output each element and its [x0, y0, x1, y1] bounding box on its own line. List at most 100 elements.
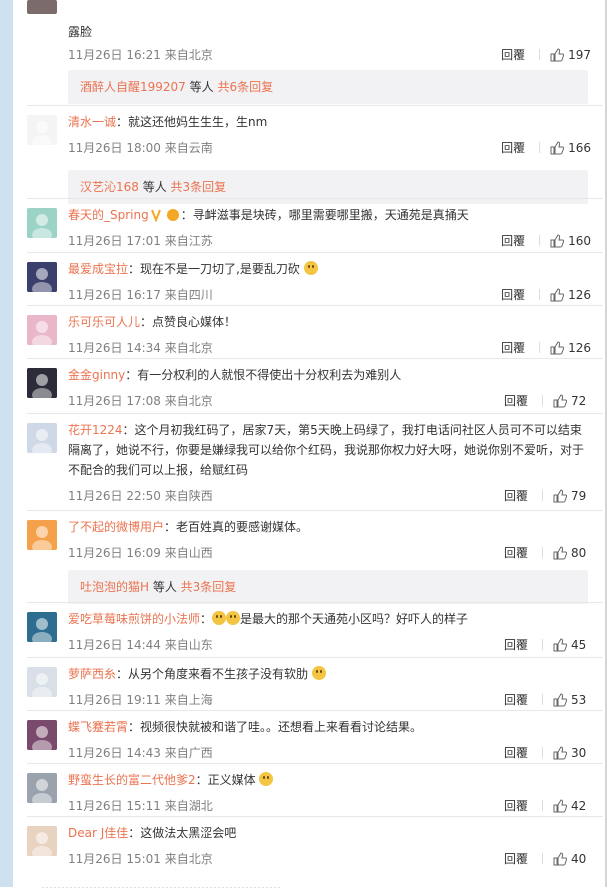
sub-replies-box[interactable]: 酒醉人自醒199207 等人 共6条回复: [68, 70, 588, 104]
avatar-doll-icon: [27, 720, 57, 750]
vip-badge-icon: [150, 208, 181, 228]
reply-button[interactable]: 回覆: [504, 693, 528, 707]
reply-button[interactable]: 回覆: [504, 852, 528, 866]
avatar-flower-icon: [27, 315, 57, 345]
comment-body: 野蛮生长的富二代他爹2：正义媒体: [68, 770, 598, 790]
reply-button[interactable]: 回覆: [504, 746, 528, 760]
emoji-icon: [303, 261, 318, 275]
sub-replies-box[interactable]: 吐泡泡的猫H 等人 共3条回复: [68, 570, 588, 604]
avatar[interactable]: [27, 0, 57, 14]
sub-reply-more-link[interactable]: 共3条回复: [181, 580, 237, 594]
like-icon[interactable]: [553, 638, 568, 655]
sub-reply-user[interactable]: 酒醉人自醒199207: [80, 80, 186, 94]
comment-username[interactable]: 野蛮生长的富二代他爹2: [68, 773, 196, 787]
reply-button[interactable]: 回覆: [504, 489, 528, 503]
reply-button[interactable]: 回覆: [504, 799, 528, 813]
like-icon[interactable]: [553, 489, 568, 506]
comment-username[interactable]: 金金ginny: [68, 368, 125, 382]
avatar[interactable]: [27, 315, 57, 345]
avatar[interactable]: [27, 368, 57, 398]
avatar[interactable]: [27, 667, 57, 697]
comment-username[interactable]: 乐可乐可人儿: [68, 315, 140, 329]
sub-reply-more-link[interactable]: 共6条回复: [217, 80, 273, 94]
divider: [27, 358, 603, 359]
avatar[interactable]: [27, 115, 57, 145]
comment-actions: 回覆 197: [501, 46, 591, 65]
divider: [27, 105, 603, 106]
avatar-cat-icon: [27, 773, 57, 803]
comment-text: ：点赞良心媒体！: [140, 315, 237, 329]
like-icon[interactable]: [553, 852, 568, 869]
comment-body: 乐可乐可人儿：点赞良心媒体！: [68, 312, 598, 332]
like-count: 53: [571, 693, 587, 707]
comment-username[interactable]: 清水一诚: [68, 115, 116, 129]
comment-text-tail: 露脸: [68, 25, 93, 39]
like-icon[interactable]: [550, 288, 565, 305]
comment-time: 11月26日 19:11 来自上海: [68, 693, 213, 707]
reply-button[interactable]: 回覆: [501, 141, 525, 155]
avatar[interactable]: [27, 520, 57, 550]
divider: [27, 510, 603, 511]
reply-button[interactable]: 回覆: [501, 234, 525, 248]
comment-time: 11月26日 15:11 来自湖北: [68, 799, 213, 813]
avatar-anime-icon: [27, 368, 57, 398]
reply-button[interactable]: 回覆: [501, 341, 525, 355]
comment-username[interactable]: 春天的_Spring: [68, 208, 149, 222]
comment-username[interactable]: 花开1224: [68, 423, 123, 437]
divider: [27, 198, 603, 199]
comment-actions: 回覆 42: [504, 797, 591, 816]
comment-text: ：从另个角度来看不生孩子没有软肋: [116, 667, 309, 681]
comment-body: 萝萨西糸：从另个角度来看不生孩子没有软肋: [68, 664, 598, 684]
avatar[interactable]: [27, 612, 57, 642]
like-icon[interactable]: [550, 234, 565, 251]
avatar[interactable]: [27, 720, 57, 750]
comment-body: 清水一诚：就这还他妈生生生，生nm: [68, 112, 598, 132]
separator: [539, 235, 541, 246]
avatar[interactable]: [27, 773, 57, 803]
comment-actions: 回覆 166: [501, 139, 591, 158]
avatar[interactable]: [27, 262, 57, 292]
avatar[interactable]: [27, 208, 57, 238]
comment-actions: 回覆 40: [504, 850, 591, 869]
comment-username[interactable]: 蝶飞蹇若霄: [68, 720, 128, 734]
like-icon[interactable]: [553, 394, 568, 411]
reply-button[interactable]: 回覆: [504, 546, 528, 560]
comment-body: 最爱成宝拉：现在不是一刀切了,是要乱刀砍: [68, 259, 598, 279]
separator: [539, 342, 541, 353]
comment-time: 11月26日 17:01 来自江苏: [68, 234, 213, 248]
like-icon[interactable]: [550, 48, 565, 65]
like-icon[interactable]: [550, 341, 565, 358]
sub-reply-more-link[interactable]: 共3条回复: [171, 180, 227, 194]
comment-actions: 回覆 45: [504, 636, 591, 655]
like-icon[interactable]: [553, 693, 568, 710]
like-count: 166: [568, 141, 591, 155]
comment-text: ：就这还他妈生生生，生nm: [116, 115, 268, 129]
reply-button[interactable]: 回覆: [504, 394, 528, 408]
comment-actions: 回覆 79: [504, 487, 591, 506]
comment-username[interactable]: Dear J佳佳: [68, 826, 128, 840]
avatar-sea-icon: [27, 612, 57, 642]
comment-username[interactable]: 了不起的微博用户: [68, 520, 164, 534]
like-count: 45: [571, 638, 587, 652]
comment-body: 了不起的微博用户：老百姓真的要感谢媒体。: [68, 517, 598, 537]
sub-reply-user[interactable]: 汉艺沁168: [80, 180, 139, 194]
like-icon[interactable]: [553, 746, 568, 763]
avatar-bike-icon: [27, 667, 57, 697]
like-count: 72: [571, 394, 587, 408]
comment-username[interactable]: 最爱成宝拉: [68, 262, 128, 276]
reply-button[interactable]: 回覆: [504, 638, 528, 652]
sub-reply-user[interactable]: 吐泡泡的猫H: [80, 580, 149, 594]
sub-reply-mid: 等人: [138, 180, 171, 194]
divider: [27, 816, 603, 817]
like-icon[interactable]: [553, 799, 568, 816]
comment-username[interactable]: 爱吃草莓味煎饼的小法师: [68, 612, 200, 626]
comment-actions: 回覆 126: [501, 339, 591, 358]
like-count: 126: [568, 288, 591, 302]
comment-username[interactable]: 萝萨西糸: [68, 667, 116, 681]
avatar[interactable]: [27, 826, 57, 856]
like-icon[interactable]: [550, 141, 565, 158]
avatar[interactable]: [27, 423, 57, 453]
like-icon[interactable]: [553, 546, 568, 563]
reply-button[interactable]: 回覆: [501, 288, 525, 302]
reply-button[interactable]: 回覆: [501, 48, 525, 62]
